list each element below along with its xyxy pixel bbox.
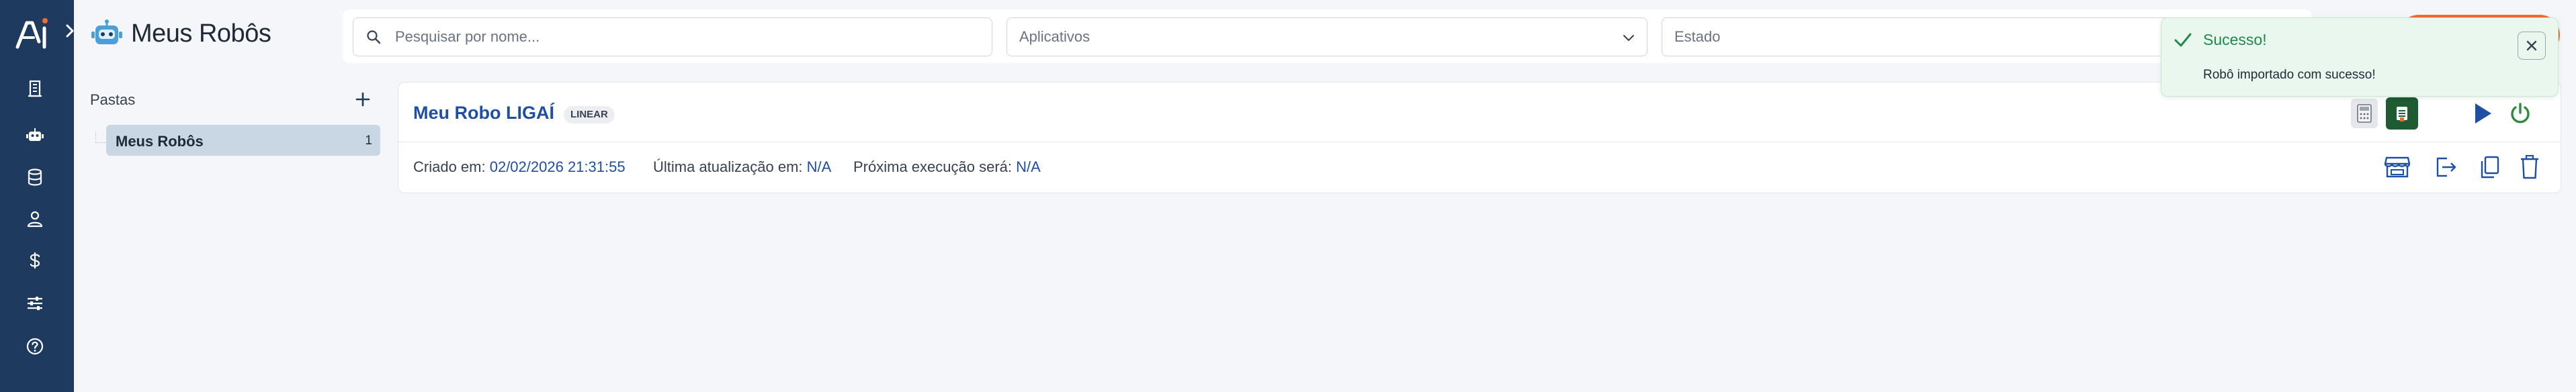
sidebar [0, 0, 74, 392]
created-info: Criado em: 02/02/2026 21:31:55 [413, 158, 626, 176]
next-execution-info: Próxima execução será: N/A [853, 158, 1041, 176]
copy-icon [2481, 156, 2499, 179]
delete-button[interactable] [2516, 152, 2543, 182]
search-icon [367, 30, 381, 44]
add-folder-icon[interactable] [353, 90, 372, 109]
duplicate-button[interactable] [2476, 152, 2503, 182]
filters-bar: Aplicativos Estado [343, 9, 2311, 63]
folders-title: Pastas [90, 91, 136, 108]
sidebar-item-database[interactable] [20, 162, 50, 192]
dollar-icon [30, 252, 40, 268]
updated-info: Última atualização em: N/A [653, 158, 831, 176]
sidebar-item-settings[interactable] [20, 289, 50, 318]
trash-icon [2521, 154, 2538, 179]
apps-select-label: Aplicativos [1019, 28, 1090, 45]
help-icon [26, 338, 44, 355]
check-icon [2174, 33, 2192, 47]
spreadsheet-app-button[interactable] [2386, 97, 2418, 130]
power-icon [2511, 103, 2530, 124]
sidebar-item-companies[interactable] [20, 74, 50, 103]
sidebar-item-robots[interactable] [20, 121, 50, 150]
play-icon [2475, 103, 2491, 124]
folder-label: Meus Robôs [116, 133, 204, 150]
updated-label: Última atualização em: [653, 158, 803, 175]
database-icon [28, 168, 42, 186]
next-execution-value: N/A [1016, 158, 1041, 175]
close-icon [2526, 40, 2537, 51]
robot-icon [91, 19, 122, 44]
updated-value: N/A [806, 158, 832, 175]
marketplace-button[interactable] [2382, 152, 2413, 182]
created-label: Criado em: [413, 158, 486, 175]
created-value: 02/02/2026 21:31:55 [489, 158, 626, 175]
calculator-app-button[interactable] [2351, 99, 2378, 128]
robot-type-badge: LINEAR [564, 106, 615, 124]
export-button[interactable] [2430, 152, 2460, 182]
folder-item[interactable]: Meus Robôs 1 [106, 125, 380, 156]
sidebar-item-help[interactable] [20, 332, 50, 361]
chevron-down-icon [1623, 35, 1634, 41]
run-button[interactable] [2469, 100, 2496, 127]
success-toast: Sucesso! Robô importado com sucesso! [2161, 17, 2559, 97]
calculator-icon [2357, 104, 2372, 123]
user-icon [27, 211, 43, 228]
sidebar-item-billing[interactable] [20, 246, 50, 275]
app-logo[interactable] [13, 15, 51, 52]
page-title: Meus Robôs [131, 19, 271, 48]
power-toggle-button[interactable] [2507, 100, 2534, 127]
search-input[interactable] [394, 18, 981, 56]
next-execution-label: Próxima execução será: [853, 158, 1012, 175]
store-icon [2384, 156, 2411, 178]
toast-message: Robô importado com sucesso! [2203, 68, 2376, 82]
state-select-label: Estado [1674, 28, 1721, 45]
robot-card: Meu Robo LIGAÍ LINEAR Criado em: 02/02/2… [398, 82, 2561, 193]
robot-icon [26, 128, 44, 141]
search-field[interactable] [353, 17, 992, 56]
chevron-right-icon[interactable] [62, 23, 78, 39]
sliders-icon [28, 297, 42, 310]
page-header: Meus Robôs [91, 19, 271, 48]
spreadsheet-icon [2397, 107, 2407, 121]
robot-name[interactable]: Meu Robo LIGAÍ [413, 103, 554, 124]
toast-close-button[interactable] [2518, 32, 2546, 60]
sidebar-item-users[interactable] [20, 204, 50, 234]
apps-select[interactable]: Aplicativos [1006, 17, 1647, 56]
folder-count: 1 [365, 134, 372, 148]
export-icon [2436, 157, 2456, 177]
toast-title: Sucesso! [2203, 31, 2267, 48]
building-icon [28, 80, 42, 97]
tree-connector [95, 132, 105, 143]
